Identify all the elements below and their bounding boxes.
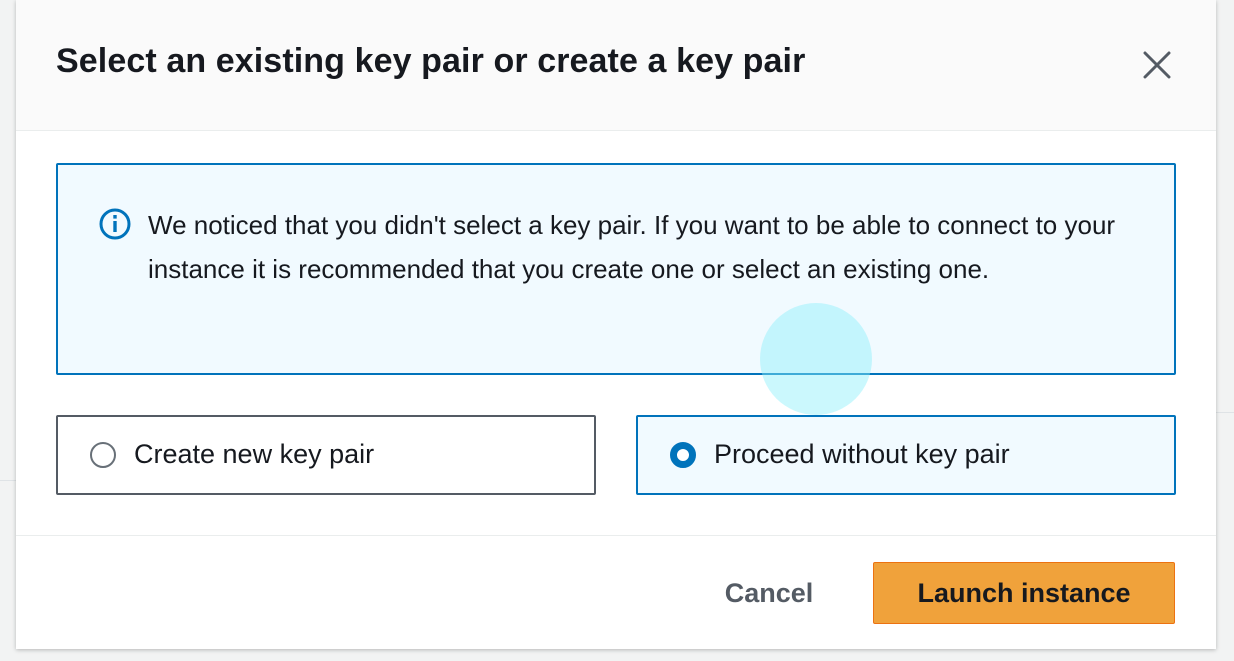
close-button[interactable] — [1140, 48, 1174, 82]
radio-create-new-key-pair[interactable] — [90, 442, 116, 468]
option-label: Proceed without key pair — [714, 439, 1010, 469]
radio-proceed-without-key-pair[interactable] — [670, 442, 696, 468]
alert-message: We noticed that you didn't select a key … — [148, 210, 1116, 284]
modal-header: Select an existing key pair or create a … — [16, 0, 1216, 131]
backdrop-divider — [1216, 412, 1234, 413]
option-proceed-without-key-pair[interactable]: Proceed without key pair — [636, 415, 1176, 495]
modal-footer: Cancel Launch instance — [16, 535, 1216, 650]
launch-instance-button[interactable]: Launch instance — [873, 562, 1175, 624]
click-indicator — [760, 303, 872, 415]
key-pair-modal: Select an existing key pair or create a … — [16, 0, 1216, 649]
cancel-button[interactable]: Cancel — [706, 562, 832, 624]
backdrop-divider — [0, 480, 16, 481]
info-alert: We noticed that you didn't select a key … — [56, 163, 1176, 375]
info-icon — [98, 207, 132, 241]
option-create-new-key-pair[interactable]: Create new key pair — [56, 415, 596, 495]
modal-title: Select an existing key pair or create a … — [56, 42, 806, 80]
close-icon — [1143, 51, 1171, 79]
option-label: Create new key pair — [134, 439, 375, 469]
